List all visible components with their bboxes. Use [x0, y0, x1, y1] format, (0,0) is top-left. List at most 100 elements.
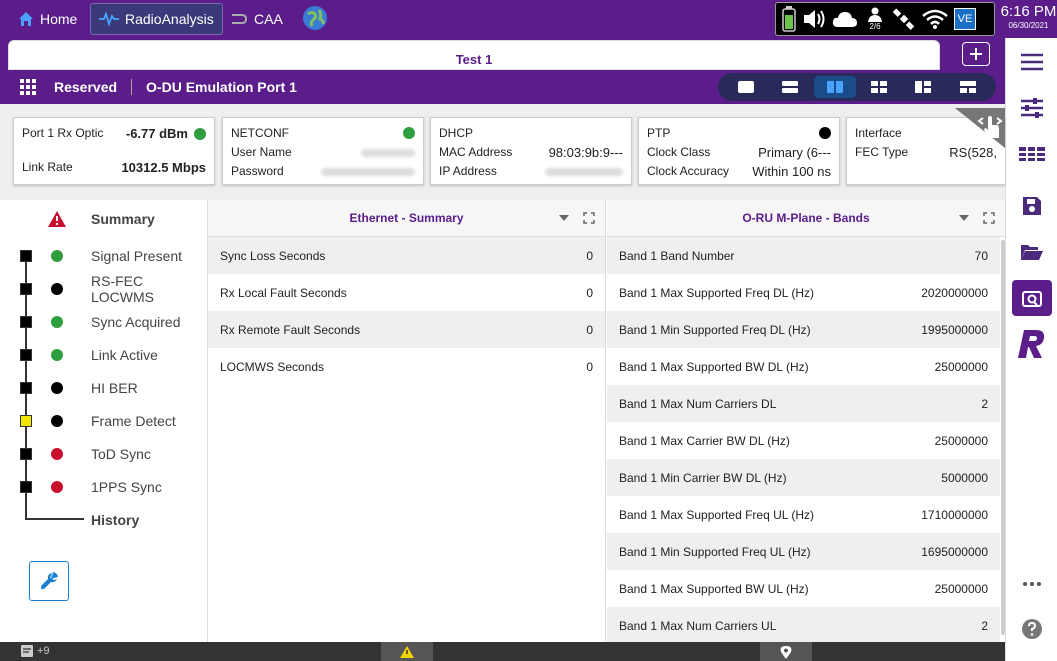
layout-selector — [718, 73, 996, 101]
ptp-card[interactable]: PTP Clock Class Primary (6--- Clock Accur… — [638, 117, 840, 185]
summary-item[interactable]: RS-FEC LOCWMS — [0, 272, 208, 305]
ptp-row: PTP — [647, 124, 831, 143]
layout-single-button[interactable] — [725, 76, 767, 98]
row-value: 2 — [981, 618, 988, 633]
open-button[interactable] — [1012, 234, 1052, 270]
summary-item[interactable]: Sync Acquired — [0, 305, 208, 338]
row-value: 0 — [586, 359, 593, 374]
add-test-button[interactable] — [962, 42, 990, 66]
alarm-button[interactable] — [381, 642, 433, 661]
more-button[interactable] — [1012, 566, 1052, 602]
status-led — [51, 348, 63, 361]
layout-split-horizontal-button[interactable] — [769, 76, 811, 98]
ptp-led — [819, 127, 831, 139]
fec-label: FEC Type — [855, 145, 909, 159]
expand-icon[interactable] — [583, 212, 595, 224]
row-value: 70 — [974, 248, 988, 263]
username-row: User Name — [231, 143, 415, 162]
row-value: 25000000 — [934, 359, 988, 374]
row-label: Rx Remote Fault Seconds — [220, 322, 361, 337]
menu-button[interactable] — [1012, 44, 1052, 80]
netconf-row: NETCONF — [231, 124, 415, 143]
chevron-down-icon[interactable] — [959, 215, 969, 221]
tab-radioanalysis[interactable]: RadioAnalysis — [90, 3, 223, 35]
waveform-icon — [99, 12, 119, 26]
summary-item-label: ToD Sync — [91, 445, 151, 462]
message-icon — [21, 645, 33, 657]
summary-item-label: Link Active — [91, 346, 158, 363]
folder-open-icon — [1021, 245, 1043, 260]
summary-item[interactable]: Link Active — [0, 338, 208, 371]
netconf-card[interactable]: NETCONF User Name Password — [222, 117, 424, 185]
layout-split-vertical-button[interactable] — [813, 76, 856, 98]
cards-scroll-handle[interactable] — [955, 108, 1005, 148]
summary-item[interactable]: Signal Present — [0, 239, 208, 272]
row-label: Band 1 Max Supported BW DL (Hz) — [619, 359, 809, 374]
tools-button[interactable] — [29, 561, 69, 601]
summary-item[interactable]: Frame Detect — [0, 404, 208, 437]
netconf-label: NETCONF — [231, 126, 289, 140]
status-area[interactable]: 2/6 VE — [775, 2, 995, 36]
layout-quad-button[interactable] — [858, 76, 900, 98]
optic-card[interactable]: Port 1 Rx Optic -6.77 dBm Link Rate 1031… — [13, 117, 215, 185]
optic-value-group: -6.77 dBm — [126, 124, 206, 143]
interface-label: Interface — [855, 126, 902, 140]
row-value: 1695000000 — [921, 544, 988, 559]
mac-row: MAC Address 98:03:9b:9--- — [439, 143, 623, 162]
layout-left-tall-button[interactable] — [902, 76, 944, 98]
tab-label: Home — [40, 11, 78, 27]
accuracy-value: Within 100 ns — [752, 164, 831, 179]
tab-home[interactable]: Home — [10, 3, 85, 35]
location-button[interactable] — [760, 642, 812, 661]
tab-caa[interactable]: CAA — [222, 3, 291, 35]
row-label: Band 1 Band Number — [619, 248, 735, 263]
row-value: 25000000 — [934, 581, 988, 596]
status-led — [51, 282, 63, 295]
status-led — [51, 381, 63, 394]
cloud-icon — [832, 12, 857, 27]
oru-bands-panel: O-RU M-Plane - Bands Band 1 Band Number 7… — [607, 200, 1005, 644]
history-indicator — [20, 414, 32, 427]
time: 6:16 PM — [1000, 3, 1057, 20]
summary-item-label: Frame Detect — [91, 412, 176, 429]
link-row: Link Rate 10312.5 Mbps — [22, 158, 206, 177]
history-row: History — [0, 503, 208, 536]
row-label: Band 1 Min Carrier BW DL (Hz) — [619, 470, 787, 485]
warning-icon — [400, 645, 414, 658]
clock-class-value: Primary (6--- — [758, 145, 831, 160]
row-label: Band 1 Max Num Carriers UL — [619, 618, 777, 633]
summary-item[interactable]: 1PPS Sync — [0, 470, 208, 503]
layout-split-vertical-icon — [826, 81, 843, 93]
status-led — [51, 315, 63, 328]
table-view-button[interactable] — [1012, 136, 1052, 172]
row-label: Band 1 Min Supported Freq UL (Hz) — [619, 544, 811, 559]
screenshot-button[interactable] — [1012, 280, 1052, 316]
grid-menu-icon[interactable] — [20, 79, 36, 95]
test-tab[interactable]: Test 1 — [8, 40, 940, 70]
layout-top-wide-button[interactable] — [947, 76, 989, 98]
user-icon — [868, 7, 882, 22]
messages-button[interactable]: +9 — [20, 644, 50, 658]
layout-left-tall-icon — [915, 81, 932, 93]
summary-item[interactable]: HI BER — [0, 371, 208, 404]
settings-button[interactable] — [1012, 90, 1052, 126]
row-value: 1710000000 — [921, 507, 988, 522]
expand-icon[interactable] — [983, 212, 995, 224]
chevron-down-icon[interactable] — [559, 215, 569, 221]
save-button[interactable] — [1012, 188, 1052, 224]
table-row: Band 1 Max Supported Freq UL (Hz) 1710000… — [607, 496, 1000, 533]
swipe-hand-icon — [955, 108, 1005, 148]
row-value: 1995000000 — [921, 322, 988, 337]
satellite-icon — [892, 8, 915, 30]
globe-icon[interactable] — [302, 5, 328, 31]
bands-scrollbar[interactable] — [1001, 240, 1005, 635]
ip-redacted — [545, 168, 623, 176]
summary-title: Summary — [91, 210, 155, 227]
summary-item-label: HI BER — [91, 379, 138, 396]
r-logo-button[interactable] — [1012, 326, 1052, 362]
test-tab-label: Test 1 — [455, 52, 493, 67]
history-indicator — [20, 381, 32, 394]
dhcp-card[interactable]: DHCP MAC Address 98:03:9b:9--- IP Address — [430, 117, 632, 185]
help-button[interactable] — [1012, 611, 1052, 647]
summary-item[interactable]: ToD Sync — [0, 437, 208, 470]
